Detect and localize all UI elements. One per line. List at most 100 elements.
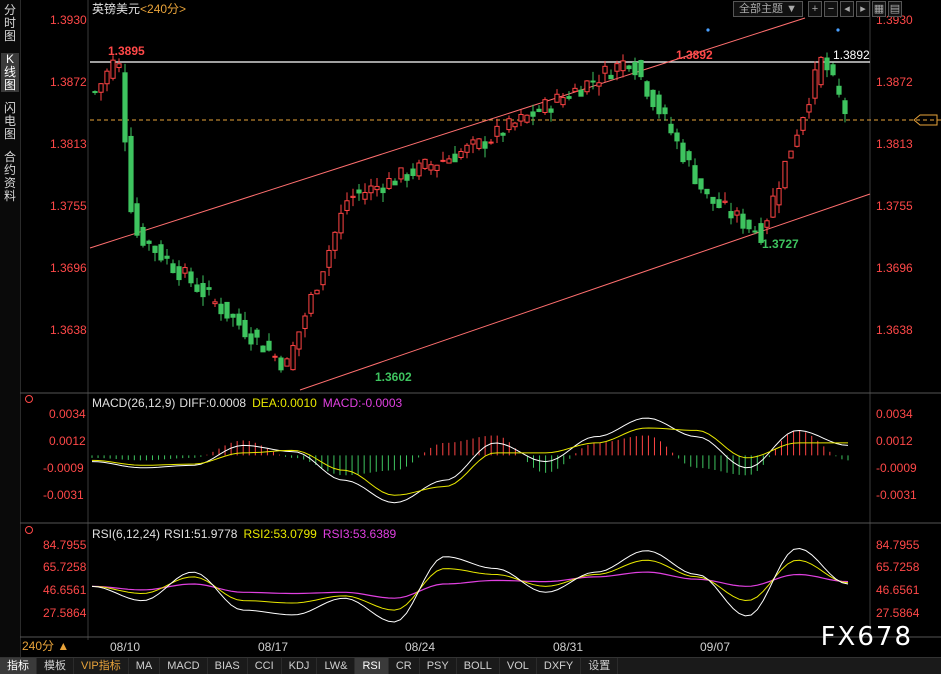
period-selector[interactable]: 240分 ▲ <box>22 638 92 654</box>
candle-body <box>752 230 758 233</box>
signal-dot <box>836 28 840 32</box>
candle-body <box>830 64 836 76</box>
scroll-right-icon[interactable]: ▸ <box>856 1 870 17</box>
macd-tick: -0.0009 <box>43 461 84 475</box>
tab-lw[interactable]: LW& <box>317 658 356 674</box>
tab-vol[interactable]: VOL <box>500 658 537 674</box>
candle-body <box>116 63 122 69</box>
rsi-header: RSI(6,12,24) RSI1:51.9778 RSI2:53.0799 RSI3… <box>92 527 397 541</box>
candle-body <box>236 313 242 326</box>
candle-body <box>674 132 680 142</box>
candle-body <box>422 158 428 169</box>
candle-body <box>212 301 218 305</box>
candle-body <box>446 158 452 164</box>
zoom-out-icon[interactable]: − <box>824 1 838 17</box>
scroll-left-icon[interactable]: ◂ <box>840 1 854 17</box>
candle-body <box>410 168 416 176</box>
candle-body <box>290 345 296 371</box>
candle-body <box>824 57 830 71</box>
panel-toggle-icon[interactable]: ▤ <box>888 1 902 17</box>
date-axis: 08/10 08/17 08/24 08/31 09/07 <box>110 640 730 654</box>
candle-body <box>530 111 536 117</box>
candle-body <box>818 56 824 86</box>
date-label: 08/17 <box>258 640 288 654</box>
candle-body <box>152 245 158 253</box>
candle-body <box>548 108 554 113</box>
candle-body <box>494 125 500 137</box>
candle-body <box>638 60 644 78</box>
tab-kdj[interactable]: KDJ <box>282 658 318 674</box>
candle-body <box>716 199 722 209</box>
settings-markers[interactable] <box>25 395 33 534</box>
macd-tick: -0.0031 <box>43 488 84 502</box>
candle-body <box>272 355 278 358</box>
watermark-logo: FX678 <box>820 622 913 652</box>
chart-canvas[interactable]: 1.3930 1.3872 1.3813 1.3755 1.3696 1.363… <box>0 0 941 657</box>
candle-body <box>536 108 542 112</box>
rsi-tick-right: 84.7955 <box>876 538 920 552</box>
candle-body <box>566 96 572 99</box>
candle-body <box>200 283 206 298</box>
candle-body <box>218 303 224 315</box>
tab-rsi[interactable]: RSI <box>355 658 389 674</box>
candle-body <box>194 284 200 292</box>
tab-dxfy[interactable]: DXFY <box>537 658 582 674</box>
candle-body <box>764 220 770 228</box>
candle-body <box>524 114 530 123</box>
candle-body <box>782 160 788 189</box>
tab-psy[interactable]: PSY <box>420 658 457 674</box>
candle-body <box>242 319 248 338</box>
rsi-tick: 27.5864 <box>43 606 87 620</box>
tab-cr[interactable]: CR <box>389 658 420 674</box>
tab-vip-indicators[interactable]: VIP指标 <box>74 658 129 674</box>
candle-body <box>500 132 506 136</box>
candle-body <box>470 139 476 145</box>
candle-body <box>320 271 326 286</box>
price-tick: 1.3638 <box>50 323 87 337</box>
tab-templates[interactable]: 模板 <box>37 658 74 674</box>
candle-body <box>386 178 392 189</box>
candle-body <box>836 85 842 95</box>
candle-body <box>794 134 800 147</box>
macd-tick-right: -0.0009 <box>876 461 917 475</box>
candle-body <box>734 210 740 216</box>
candle-body <box>578 89 584 97</box>
candle-body <box>98 83 104 93</box>
candle-body <box>482 141 488 149</box>
candle-body <box>92 91 98 94</box>
panel-frames <box>20 0 941 640</box>
candle-body <box>104 70 110 85</box>
candle-body <box>842 100 848 115</box>
candle-body <box>458 150 464 158</box>
candle-body <box>380 187 386 194</box>
candle-body <box>230 313 236 318</box>
tab-ma[interactable]: MA <box>129 658 161 674</box>
channel-lower <box>299 193 871 391</box>
candle-body <box>374 185 380 191</box>
candle-body <box>326 249 332 268</box>
candle-body <box>728 211 734 219</box>
annotation-low-mid: 1.3602 <box>375 370 412 384</box>
macd-tick-right: -0.0031 <box>876 488 917 502</box>
candle-body <box>488 141 494 144</box>
rsi-tick: 65.7258 <box>43 560 87 574</box>
zoom-in-icon[interactable]: + <box>808 1 822 17</box>
tab-indicators[interactable]: 指标 <box>0 658 37 674</box>
tab-settings[interactable]: 设置 <box>581 658 619 674</box>
candle-body <box>314 289 320 295</box>
layout-icon[interactable]: ▦ <box>872 1 886 17</box>
tab-bias[interactable]: BIAS <box>208 658 248 674</box>
tab-macd[interactable]: MACD <box>160 658 208 674</box>
candlestick-series <box>92 52 848 373</box>
candle-body <box>248 333 254 345</box>
candle-body <box>356 189 362 194</box>
candle-body <box>560 97 566 106</box>
candle-body <box>650 89 656 108</box>
candle-body <box>440 159 446 162</box>
tab-boll[interactable]: BOLL <box>457 658 500 674</box>
all-themes-dropdown[interactable]: 全部主题 ▼ <box>733 1 803 17</box>
tab-cci[interactable]: CCI <box>248 658 282 674</box>
candle-body <box>260 345 266 353</box>
macd-tick-right: 0.0012 <box>876 434 913 448</box>
candle-body <box>668 123 674 134</box>
